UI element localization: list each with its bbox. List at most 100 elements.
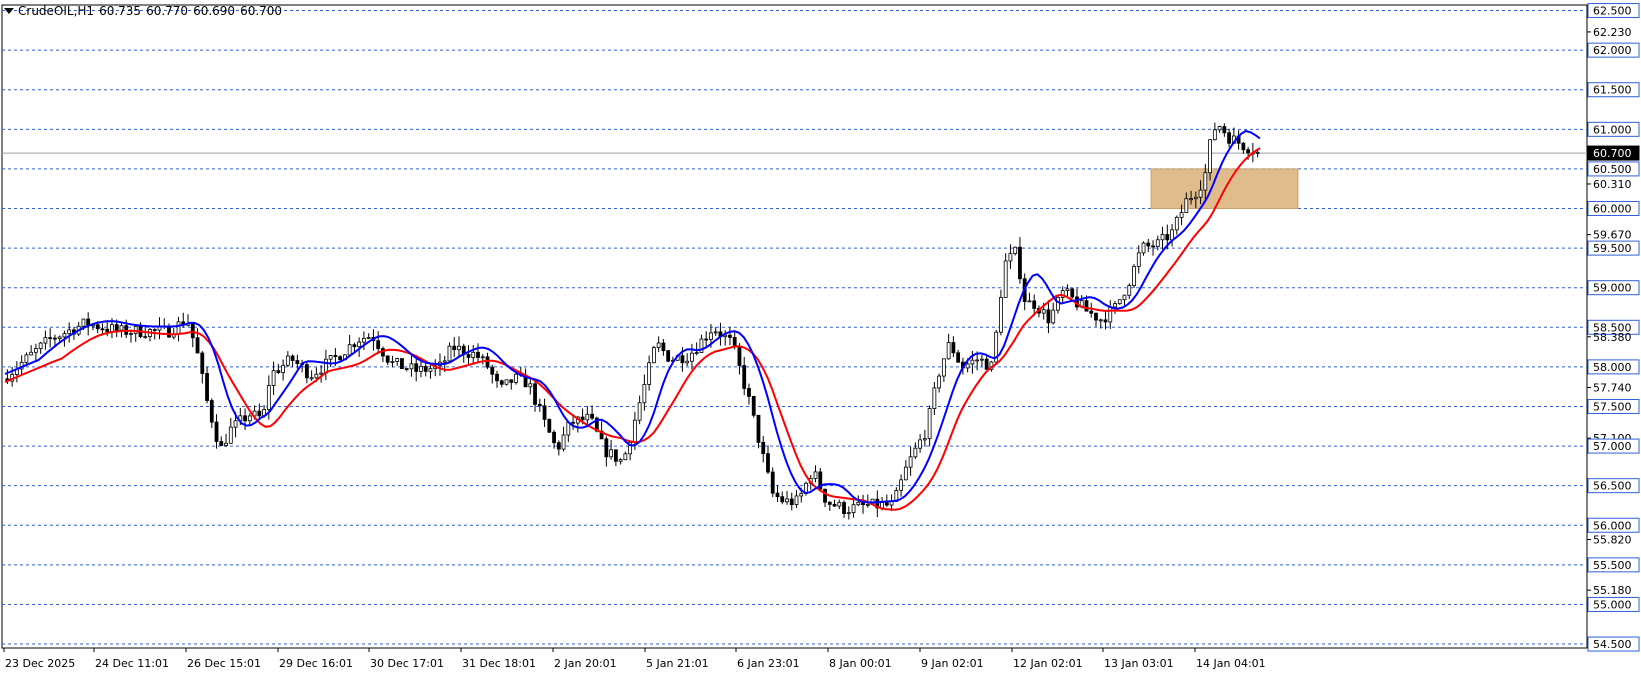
- time-axis-label: 23 Dec 2025: [5, 657, 75, 670]
- candle-body: [856, 502, 861, 506]
- candle-body: [1179, 212, 1184, 218]
- candle-body: [1070, 288, 1075, 298]
- candle-body: [347, 344, 352, 356]
- candle-body: [1227, 132, 1232, 144]
- candle-body: [975, 359, 980, 362]
- candle-body: [965, 363, 970, 369]
- candle-body: [932, 387, 937, 410]
- price-label-text: 62.000: [1593, 44, 1632, 57]
- candle-body: [823, 488, 827, 503]
- candle-body: [946, 342, 951, 360]
- price-label-text: 59.670: [1593, 229, 1632, 242]
- price-label-text: 59.500: [1593, 242, 1632, 255]
- candle-body: [1065, 288, 1070, 291]
- candle-body: [756, 414, 761, 443]
- candle-body: [490, 366, 495, 375]
- price-label-text: 55.000: [1593, 598, 1632, 611]
- candle-body: [713, 331, 718, 334]
- candle-body: [362, 338, 366, 343]
- candle-body: [499, 380, 504, 385]
- candle-body: [956, 352, 961, 363]
- price-axis-label: 58.380: [1587, 331, 1632, 344]
- candle-body: [509, 379, 514, 383]
- candle-body: [290, 355, 295, 361]
- candle-body: [376, 340, 381, 350]
- candle-body: [1208, 139, 1212, 174]
- candle-body: [357, 341, 362, 348]
- price-axis-label: 60.500: [1587, 161, 1640, 177]
- candle-body: [908, 456, 913, 468]
- price-axis-label: 59.000: [1587, 280, 1640, 296]
- candle-body: [1032, 300, 1037, 309]
- price-label-text: 60.000: [1593, 203, 1632, 216]
- candle-body: [1027, 300, 1032, 303]
- candle-body: [285, 355, 290, 366]
- candle-body: [1113, 303, 1117, 308]
- time-axis-label: 31 Dec 18:01: [462, 657, 536, 670]
- candle-body: [842, 502, 846, 514]
- candle-body: [247, 415, 252, 422]
- candle-body: [281, 364, 285, 373]
- candle: [751, 395, 756, 418]
- candle-body: [442, 360, 447, 363]
- candle-body: [751, 395, 756, 416]
- candle-body: [585, 413, 590, 421]
- candle-body: [514, 373, 518, 383]
- candle-body: [1089, 310, 1094, 314]
- candle: [400, 358, 404, 370]
- candle-body: [742, 365, 747, 389]
- dropdown-triangle-icon[interactable]: [4, 8, 14, 14]
- candle-body: [1103, 319, 1108, 323]
- price-axis-label: 62.230: [1587, 26, 1632, 39]
- candle-body: [1193, 196, 1198, 200]
- candle-body: [780, 496, 785, 503]
- candle-body: [1255, 151, 1260, 154]
- candle-body: [314, 373, 319, 379]
- candle-body: [884, 502, 889, 506]
- candle-body: [304, 364, 309, 379]
- candle-body: [214, 421, 219, 442]
- candle-body: [67, 329, 72, 335]
- candle-body: [580, 416, 585, 421]
- candle-body: [1222, 126, 1227, 134]
- price-chart[interactable]: 62.500 62.230 62.000 61.500 61.000 60.700 60.5…: [0, 0, 1641, 675]
- price-axis-label: 57.500: [1587, 398, 1640, 414]
- candle-body: [119, 325, 124, 331]
- candle-body: [618, 459, 623, 462]
- candle-body: [827, 501, 832, 505]
- candle-body: [1212, 129, 1217, 141]
- candle-body: [846, 512, 851, 515]
- candle-body: [176, 321, 181, 335]
- candle-body: [276, 370, 281, 373]
- candle: [651, 345, 656, 364]
- time-axis-label: 13 Jan 03:01: [1104, 657, 1174, 670]
- candle-body: [62, 333, 67, 338]
- candle-body: [385, 355, 390, 363]
- candle-body: [404, 368, 409, 371]
- price-axis-label: 55.000: [1587, 596, 1640, 612]
- candle-body: [732, 337, 737, 347]
- candle-body: [105, 328, 110, 332]
- candle-body: [922, 438, 927, 441]
- price-label-text: 55.500: [1593, 559, 1632, 572]
- candle-body: [476, 351, 480, 358]
- candle-body: [984, 358, 989, 370]
- candle-body: [1217, 126, 1222, 131]
- candle-body: [1008, 253, 1013, 262]
- price-axis-label: 59.500: [1587, 240, 1640, 256]
- candle-body: [1203, 172, 1208, 191]
- low-value: 60.690: [193, 4, 236, 18]
- candle-body: [590, 413, 594, 419]
- candle-body: [604, 438, 609, 458]
- candle-body: [81, 318, 86, 327]
- price-label-text: 60.700: [1593, 147, 1632, 160]
- candle-body: [728, 334, 732, 338]
- price-axis-label: 61.000: [1587, 121, 1640, 137]
- candle-body: [704, 338, 709, 341]
- candle-body: [1041, 309, 1046, 314]
- candle-body: [880, 502, 884, 509]
- time-axis-label: 2 Jan 20:01: [554, 657, 617, 670]
- candle-body: [29, 351, 34, 356]
- candle-body: [271, 370, 276, 386]
- candle: [514, 372, 518, 385]
